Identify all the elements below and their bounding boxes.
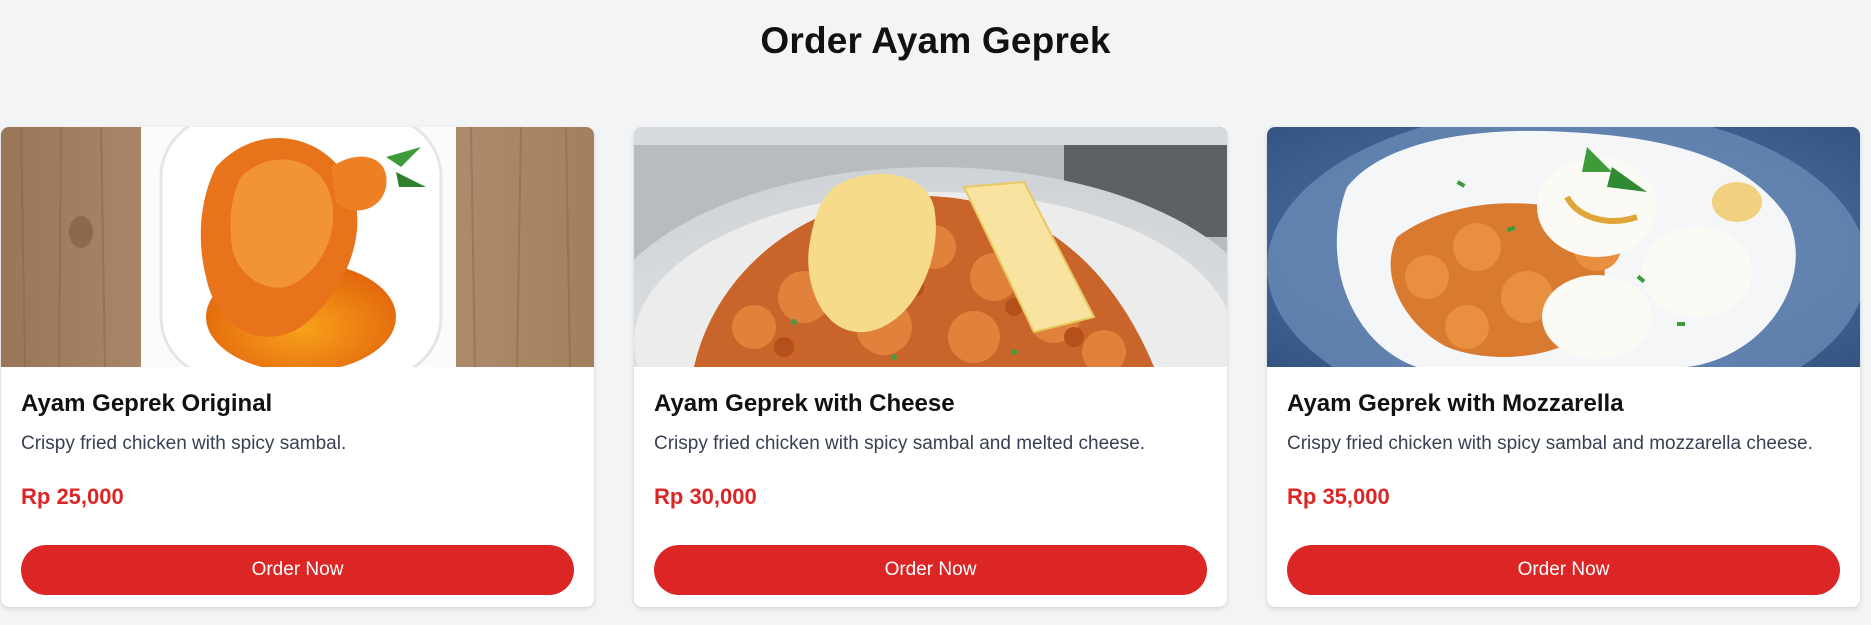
product-description: Crispy fried chicken with spicy sambal.	[21, 433, 347, 454]
product-name: Ayam Geprek with Cheese	[654, 390, 955, 417]
order-now-button[interactable]: Order Now	[654, 545, 1207, 595]
product-name: Ayam Geprek with Mozzarella	[1287, 390, 1624, 417]
product-card-cheese: Ayam Geprek with Cheese Crispy fried chi…	[634, 127, 1227, 607]
product-description: Crispy fried chicken with spicy sambal a…	[654, 433, 1146, 454]
product-price: Rp 25,000	[21, 484, 124, 509]
product-card-mozzarella: Ayam Geprek with Mozzarella Crispy fried…	[1267, 127, 1860, 607]
product-image-cheese	[634, 127, 1227, 367]
order-now-button[interactable]: Order Now	[1287, 545, 1840, 595]
product-card-original: Ayam Geprek Original Crispy fried chicke…	[1, 127, 594, 607]
order-now-button[interactable]: Order Now	[21, 545, 574, 595]
product-name: Ayam Geprek Original	[21, 390, 273, 417]
page-title: Order Ayam Geprek	[760, 20, 1111, 61]
product-image-original	[1, 127, 594, 367]
product-price: Rp 35,000	[1287, 484, 1390, 509]
product-image-mozzarella	[1267, 127, 1860, 367]
product-price: Rp 30,000	[654, 484, 757, 509]
product-grid: Ayam Geprek Original Crispy fried chicke…	[1, 127, 1860, 607]
product-description: Crispy fried chicken with spicy sambal a…	[1287, 433, 1813, 454]
